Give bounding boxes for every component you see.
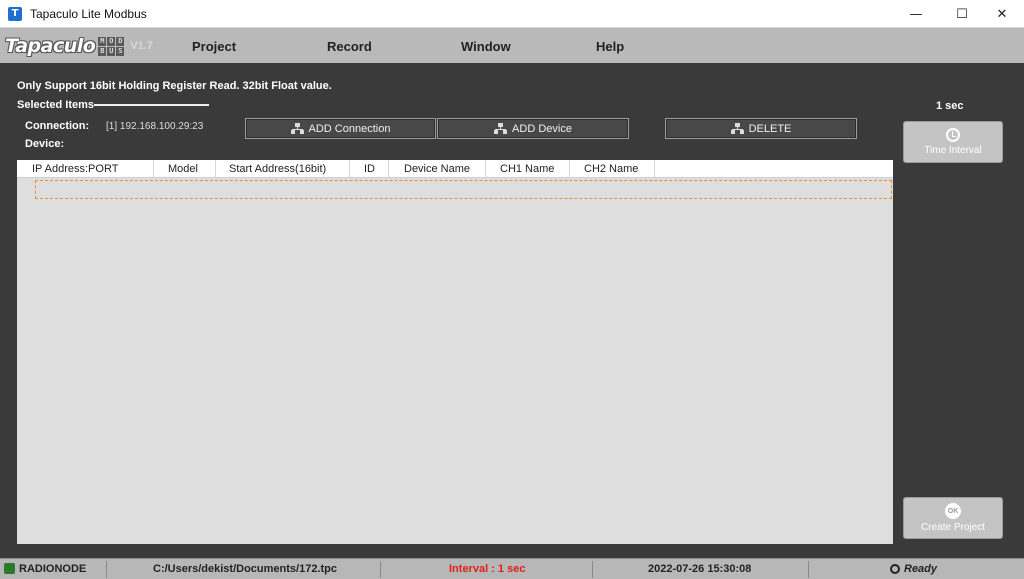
column-header-model[interactable]: Model: [154, 160, 216, 178]
device-label: Device:: [25, 138, 65, 150]
network-icon: [494, 123, 508, 134]
status-bar: RADIONODE C:/Users/dekist/Documents/172.…: [0, 558, 1024, 579]
column-header-id[interactable]: ID: [350, 160, 389, 178]
table-header: IP Address:PORT Model Start Address(16bi…: [17, 160, 893, 178]
connection-label: Connection:: [25, 120, 90, 132]
app-icon: T: [8, 6, 22, 21]
table-row[interactable]: [35, 180, 892, 199]
time-interval-label: Time Interval: [924, 145, 982, 156]
title-bar: T Tapaculo Lite Modbus — ☐ ✕: [0, 0, 1024, 28]
network-icon: [730, 123, 744, 134]
menu-help[interactable]: Help: [596, 39, 624, 54]
status-datetime: 2022-07-26 15:30:08: [648, 563, 752, 575]
column-header-device-name[interactable]: Device Name: [389, 160, 486, 178]
logo-modbus-badge: M O D B U S: [98, 36, 125, 56]
logo-letter: B: [98, 46, 107, 56]
delete-button[interactable]: DELETE: [665, 118, 857, 139]
ok-icon: OK: [945, 503, 961, 519]
interval-value: 1 sec: [936, 100, 964, 112]
connection-value: [1] 192.168.100.29:23: [106, 121, 204, 132]
status-state: Ready: [904, 563, 938, 575]
close-button[interactable]: ✕: [985, 0, 1019, 28]
delete-label: DELETE: [748, 122, 792, 135]
column-header-ip-port[interactable]: IP Address:PORT: [17, 160, 154, 178]
clock-icon: [946, 128, 960, 142]
status-brand: RADIONODE: [19, 563, 87, 575]
column-header-ch1-name[interactable]: CH1 Name: [486, 160, 570, 178]
logo-version: V1.7: [130, 40, 153, 52]
menu-project[interactable]: Project: [192, 39, 236, 54]
device-table[interactable]: IP Address:PORT Model Start Address(16bi…: [17, 160, 893, 544]
status-divider: [380, 561, 381, 578]
logo-letter: U: [107, 46, 116, 56]
column-header-start-address[interactable]: Start Address(16bit): [216, 160, 350, 178]
status-divider: [592, 561, 593, 578]
selected-items-label: Selected Items: [17, 99, 95, 111]
radionode-logo-icon: [4, 563, 15, 574]
minimize-button[interactable]: —: [899, 0, 933, 28]
status-file-path: C:/Users/dekist/Documents/172.tpc: [153, 563, 338, 575]
ready-status-icon: [890, 564, 900, 574]
network-icon: [290, 123, 304, 134]
notice-text: Only Support 16bit Holding Register Read…: [17, 80, 332, 92]
menu-window[interactable]: Window: [461, 39, 511, 54]
maximize-button[interactable]: ☐: [945, 0, 979, 28]
menu-bar: Tapaculo M O D B U S V1.7 Project Record…: [0, 28, 1024, 63]
add-connection-label: ADD Connection: [308, 122, 391, 135]
status-divider: [808, 561, 809, 578]
logo-letter: M: [98, 36, 107, 46]
create-project-button[interactable]: OK Create Project: [903, 497, 1003, 539]
add-device-button[interactable]: ADD Device: [437, 118, 629, 139]
logo-letter: O: [107, 36, 116, 46]
create-project-label: Create Project: [921, 522, 985, 533]
menu-record[interactable]: Record: [327, 39, 372, 54]
add-device-label: ADD Device: [512, 122, 572, 135]
status-interval: Interval : 1 sec: [449, 563, 526, 575]
logo-letter: D: [116, 36, 125, 46]
selected-items-divider: [94, 104, 209, 106]
add-connection-button[interactable]: ADD Connection: [245, 118, 436, 139]
time-interval-button[interactable]: Time Interval: [903, 121, 1003, 163]
window-title: Tapaculo Lite Modbus: [30, 6, 147, 21]
status-divider: [106, 561, 107, 578]
logo-word: Tapaculo: [5, 35, 96, 57]
logo-letter: S: [116, 46, 125, 56]
column-header-ch2-name[interactable]: CH2 Name: [570, 160, 655, 178]
app-logo: Tapaculo M O D B U S V1.7: [5, 34, 153, 58]
